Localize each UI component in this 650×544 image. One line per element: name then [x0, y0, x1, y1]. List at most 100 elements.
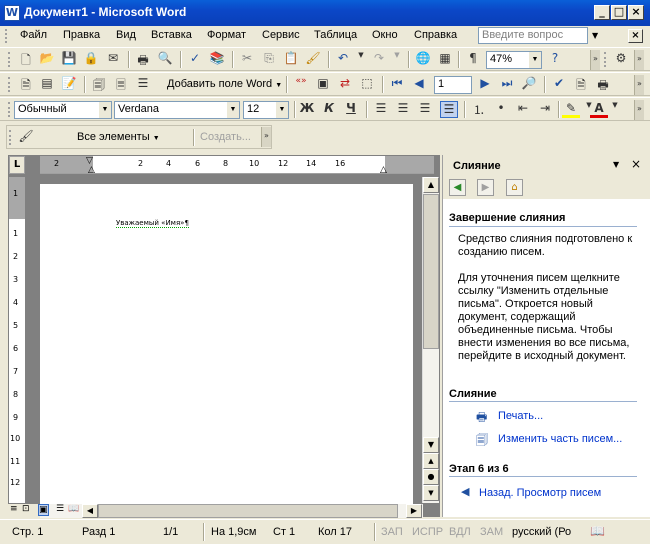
status-extend[interactable]: ВДЛ	[449, 526, 471, 538]
menu-view[interactable]: Вид	[116, 29, 136, 41]
chevron-down-icon[interactable]: ▼	[227, 102, 239, 118]
scroll-left-button[interactable]: ◀	[82, 504, 98, 518]
toolbar-options-chevron[interactable]: »	[634, 100, 644, 120]
hyperlink-icon[interactable]: 🌐	[414, 51, 432, 68]
toolbar-options-chevron[interactable]: »	[634, 75, 644, 95]
scroll-thumb[interactable]	[423, 194, 439, 349]
insert-word-field-button[interactable]: Добавить поле Word ▼	[167, 78, 282, 90]
italic-button[interactable]: К	[320, 101, 338, 118]
status-track-changes[interactable]: ИСПР	[412, 526, 443, 538]
status-record-macro[interactable]: ЗАП	[381, 526, 403, 538]
maximize-button[interactable]: □	[611, 5, 627, 20]
toolbar-options-chevron[interactable]: »	[634, 50, 644, 70]
main-document-setup-icon[interactable]: 🗎	[17, 76, 35, 93]
print-icon[interactable]: 🖶	[134, 51, 152, 68]
record-number-input[interactable]: 1	[434, 76, 472, 94]
scroll-up-button[interactable]: ▲	[423, 177, 439, 193]
font-size-combo[interactable]: 12 ▼	[243, 101, 289, 119]
menu-insert[interactable]: Вставка	[151, 29, 192, 41]
open-folder-icon[interactable]: 📂	[38, 51, 56, 68]
toolbar-grip[interactable]	[8, 77, 11, 92]
close-button[interactable]: ×	[628, 5, 644, 20]
underline-button[interactable]: Ч	[342, 101, 360, 118]
home-icon[interactable]: ⌂	[506, 179, 523, 196]
previous-record-icon[interactable]: ◀	[410, 76, 428, 93]
chevron-down-icon[interactable]: ▼	[606, 101, 624, 118]
next-page-button[interactable]: ▼	[423, 485, 439, 501]
scroll-down-button[interactable]: ▼	[423, 437, 439, 453]
chevron-down-icon[interactable]: ▼	[276, 102, 288, 118]
menu-edit[interactable]: Правка	[63, 29, 100, 41]
print-layout-view-icon[interactable]: ▣	[38, 504, 49, 516]
edit-letters-link[interactable]: Изменить часть писем...	[498, 433, 622, 445]
merge-field-text[interactable]: Уважаемый «Имя»¶	[116, 219, 189, 228]
print-preview-icon[interactable]: 🔍	[156, 51, 174, 68]
styles-formatting-icon[interactable]: 🖌	[17, 129, 35, 146]
font-combo[interactable]: Verdana ▼	[114, 101, 240, 119]
select-browse-object-button[interactable]: ●	[423, 469, 439, 485]
zoom-combo[interactable]: 47% ▼	[486, 51, 542, 69]
document-map-icon[interactable]: ⚙	[612, 51, 630, 68]
open-data-source-icon[interactable]: ▤	[38, 76, 56, 93]
insert-merge-fields-icon[interactable]: ☰	[134, 76, 152, 93]
outline-view-icon[interactable]: ☰	[56, 504, 64, 514]
menu-format[interactable]: Формат	[207, 29, 246, 41]
tab-selector[interactable]: L	[9, 156, 25, 174]
highlight-fields-icon[interactable]: ▣	[314, 76, 332, 93]
back-arrow-icon[interactable]: ◀	[449, 179, 466, 196]
vertical-ruler[interactable]: 1 1 2 3 4 5 6 7 8 9 10 11 12	[9, 177, 25, 503]
align-right-icon[interactable]: ☰	[416, 101, 434, 118]
spelling-icon[interactable]: ✓	[186, 51, 204, 68]
undo-icon[interactable]: ↶	[334, 51, 352, 68]
highlight-icon[interactable]: ✎	[562, 101, 580, 118]
match-fields-icon[interactable]: ⇄	[336, 76, 354, 93]
horizontal-scrollbar[interactable]: ▣ ☰ 📖 ◀ ▶	[38, 504, 423, 518]
chevron-down-icon[interactable]: ▼	[99, 102, 111, 118]
help-icon[interactable]: ?	[546, 51, 564, 68]
paste-icon[interactable]: 📋	[282, 51, 300, 68]
previous-page-button[interactable]: ▲	[423, 453, 439, 469]
menu-help[interactable]: Справка	[414, 29, 457, 41]
email-icon[interactable]: ✉	[104, 51, 122, 68]
numbering-icon[interactable]: ⒈	[470, 101, 488, 118]
check-errors-icon[interactable]: ✔	[550, 76, 568, 93]
toolbar-grip[interactable]	[8, 52, 11, 67]
bullets-icon[interactable]: •	[492, 101, 510, 118]
style-combo[interactable]: Обычный ▼	[14, 101, 112, 119]
task-pane-close-icon[interactable]: ×	[631, 157, 641, 171]
save-icon[interactable]: 💾	[60, 51, 78, 68]
back-step-link[interactable]: Назад. Просмотр писем	[479, 487, 601, 499]
spelling-status-icon[interactable]: 📖	[590, 524, 605, 538]
find-entry-icon[interactable]: 🔎	[520, 76, 538, 93]
insert-greeting-icon[interactable]: 🗏	[112, 76, 130, 93]
toolbar-grip[interactable]	[9, 130, 12, 145]
insert-address-block-icon[interactable]: 🗐	[90, 76, 108, 93]
word-app-icon[interactable]: W	[4, 5, 20, 21]
cut-icon[interactable]: ✂	[238, 51, 256, 68]
horizontal-ruler[interactable]: 2 2 4 6 8 10 12 14 16 ▽ △ △	[40, 156, 434, 175]
help-dropdown-arrow[interactable]: ▼	[592, 31, 598, 40]
task-pane-menu-icon[interactable]: ▼	[613, 160, 619, 169]
bold-button[interactable]: Ж	[298, 101, 316, 118]
toolbar-options-chevron[interactable]: »	[261, 127, 271, 147]
right-indent-marker[interactable]: △	[380, 165, 387, 175]
first-record-icon[interactable]: ⏮	[388, 76, 406, 93]
merge-to-document-icon[interactable]: 🗎	[572, 76, 590, 93]
help-search-input[interactable]: Введите вопрос	[478, 27, 588, 44]
new-document-icon[interactable]: 🗋	[17, 51, 35, 68]
forward-arrow-icon[interactable]: ▶	[477, 179, 494, 196]
normal-view-icon[interactable]: ≡	[10, 504, 18, 514]
minimize-button[interactable]: _	[594, 5, 610, 20]
doc-close-button[interactable]: ×	[628, 29, 643, 43]
propagate-labels-icon[interactable]: ⬚	[358, 76, 376, 93]
last-record-icon[interactable]: ⏭	[498, 76, 516, 93]
print-link[interactable]: Печать...	[498, 410, 543, 422]
permission-icon[interactable]: 🔒	[82, 51, 100, 68]
menu-grip[interactable]	[5, 29, 9, 43]
toolbar-options-chevron[interactable]: »	[590, 50, 600, 70]
align-center-icon[interactable]: ☰	[394, 101, 412, 118]
left-indent-marker[interactable]: △	[88, 165, 95, 175]
toolbar-grip[interactable]	[604, 52, 607, 67]
increase-indent-icon[interactable]: ⇥	[536, 101, 554, 118]
show-hide-icon[interactable]: ¶	[464, 51, 482, 68]
